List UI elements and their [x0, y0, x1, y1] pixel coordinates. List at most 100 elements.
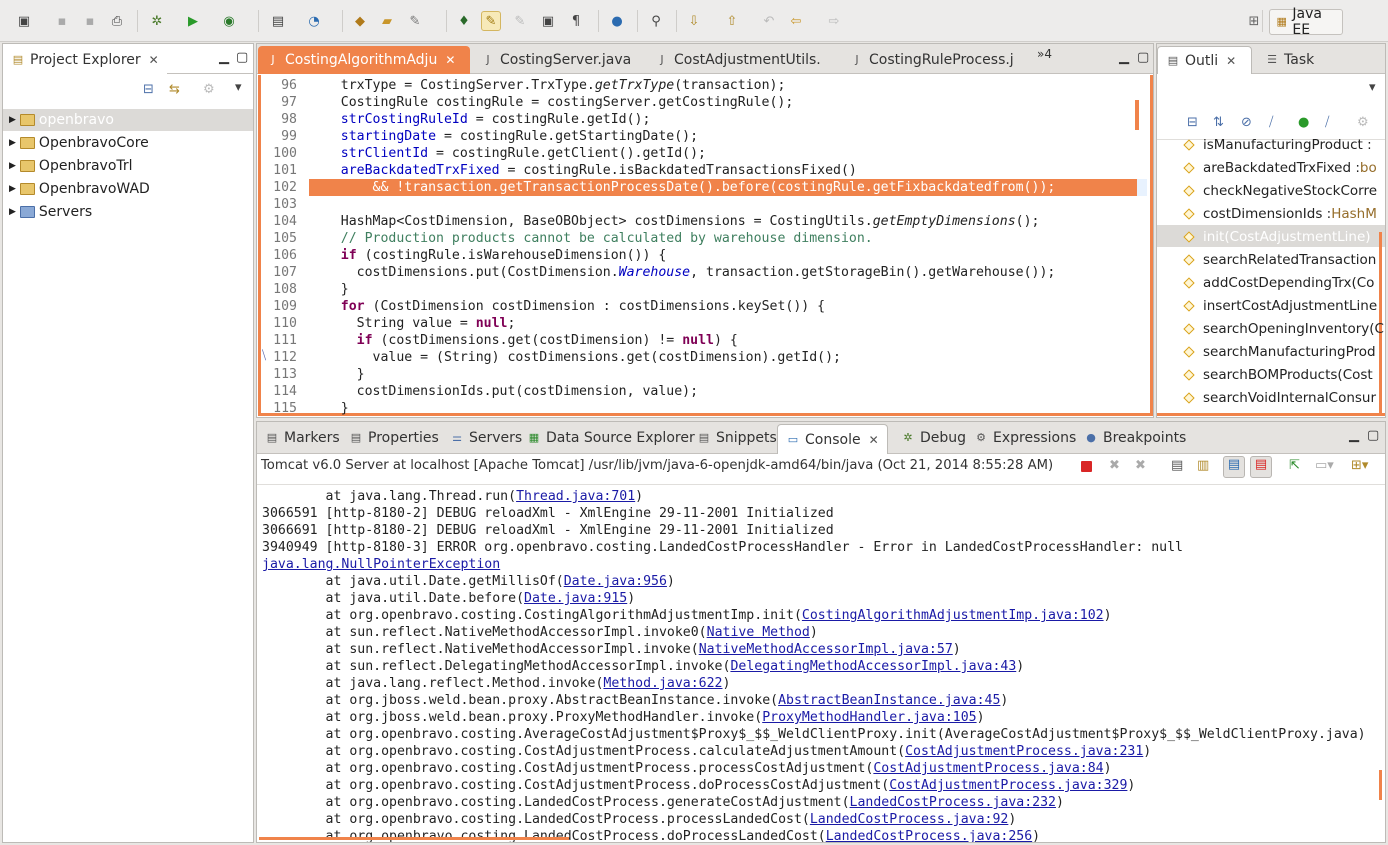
minimize-icon[interactable]: ▁ — [1119, 50, 1129, 65]
tree-item-servers[interactable]: ▶ Servers — [9, 201, 92, 223]
perspective-button[interactable]: ▦ Java EE — [1269, 6, 1343, 38]
tab-snippets[interactable]: ▤ Snippets — [689, 424, 785, 452]
code-line[interactable]: value = (String) costDimensions.get(cost… — [309, 349, 841, 366]
expand-icon[interactable]: ▶ — [9, 207, 16, 217]
code-line[interactable]: startingDate = costingRule.getStartingDa… — [309, 128, 698, 145]
outline-item[interactable]: init(CostAdjustmentLine) — [1183, 225, 1371, 248]
stacktrace-link[interactable]: Thread.java:701 — [516, 489, 635, 504]
tree-item-openbravowad[interactable]: ▶ OpenbravoWAD — [9, 178, 150, 200]
outline-item[interactable]: areBackdatedTrxFixed : bo — [1183, 156, 1377, 179]
scroll-lock-icon[interactable]: ▥ — [1197, 458, 1209, 473]
stacktrace-link[interactable]: LandedCostProcess.java:92 — [810, 812, 1009, 827]
back-icon[interactable]: ⇦ — [786, 11, 806, 31]
stacktrace-link[interactable]: DelegatingMethodAccessorImpl.java:43 — [730, 659, 1016, 674]
collapse-all-icon[interactable]: ⊟ — [1187, 115, 1198, 130]
tab-properties[interactable]: ▤ Properties — [341, 424, 447, 452]
tab-markers[interactable]: ▤ Markers — [257, 424, 348, 452]
open-perspective-icon[interactable]: ⊞ — [1244, 11, 1264, 31]
code-line[interactable]: } — [309, 281, 349, 298]
focus-icon[interactable]: ⚙ — [1357, 115, 1369, 130]
view-menu-icon[interactable]: ▾ — [1369, 80, 1376, 95]
code-line[interactable]: costDimensionIds.put(costDimension, valu… — [309, 383, 698, 400]
stacktrace-link[interactable]: CostAdjustmentProcess.java:329 — [889, 778, 1127, 793]
clear-console-icon[interactable]: ▤ — [1171, 458, 1183, 473]
stacktrace-link[interactable]: CostAdjustmentProcess.java:231 — [905, 744, 1143, 759]
show-whitespace-icon[interactable]: ¶ — [566, 11, 586, 31]
tab-outline[interactable]: ▤ Outli ✕ — [1157, 46, 1252, 74]
close-icon[interactable]: ✕ — [869, 433, 879, 447]
tab-costing-rule-process[interactable]: J CostingRuleProcess.j — [842, 46, 1032, 74]
remove-all-icon[interactable]: ✖ — [1135, 458, 1146, 473]
web-service-icon[interactable]: ◔ — [304, 11, 324, 31]
code-line[interactable]: trxType = CostingServer.TrxType.getTrxTy… — [309, 77, 786, 94]
synchronize-icon[interactable]: ⚲ — [646, 11, 666, 31]
stacktrace-link[interactable]: Date.java:915 — [524, 591, 627, 606]
expand-icon[interactable]: ▶ — [9, 138, 16, 148]
hide-fields-icon[interactable]: ⊘ — [1241, 115, 1252, 130]
stacktrace-link[interactable]: NativeMethodAccessorImpl.java:57 — [699, 642, 953, 657]
stacktrace-link[interactable]: Method.java:622 — [603, 676, 722, 691]
outline-item[interactable]: searchOpeningInventory(C — [1183, 317, 1384, 340]
hide-local-types-icon[interactable]: ⧸ — [1325, 115, 1329, 130]
tab-costing-server[interactable]: J CostingServer.java — [473, 46, 643, 74]
outline-item[interactable]: costDimensionIds : HashM — [1183, 202, 1377, 225]
open-type-icon[interactable]: ◆ — [350, 11, 370, 31]
code-line[interactable]: HashMap<CostDimension, BaseOBObject> cos… — [309, 213, 1040, 230]
filter-icon[interactable]: ⚙ — [203, 82, 215, 97]
remove-launch-icon[interactable]: ✖ — [1109, 458, 1120, 473]
minimize-icon[interactable]: ▁ — [219, 50, 229, 65]
stacktrace-link[interactable]: AbstractBeanInstance.java:45 — [778, 693, 1000, 708]
tree-item-openbravo[interactable]: ▶ openbravo — [9, 109, 114, 131]
tab-debug[interactable]: ✲ Debug — [893, 424, 974, 452]
minimize-icon[interactable]: ▁ — [1349, 428, 1359, 443]
hide-static-icon[interactable]: ⧸ — [1269, 115, 1273, 130]
expand-icon[interactable]: ▶ — [9, 184, 16, 194]
outline-item[interactable]: insertCostAdjustmentLine — [1183, 294, 1377, 317]
expand-icon[interactable]: ▶ — [9, 161, 16, 171]
code-line[interactable]: } — [309, 400, 349, 417]
view-menu-icon[interactable]: ▾ — [235, 80, 242, 95]
outline-item[interactable]: isManufacturingProduct : — [1183, 133, 1372, 156]
terminate-icon[interactable] — [1081, 461, 1092, 472]
code-line[interactable]: String value = null; — [309, 315, 516, 332]
tree-item-openbravotrl[interactable]: ▶ OpenbravoTrl — [9, 155, 133, 177]
stacktrace-link[interactable]: Date.java:956 — [564, 574, 667, 589]
tab-console[interactable]: ▭ Console ✕ — [777, 424, 888, 454]
outline-item[interactable]: searchRelatedTransaction — [1183, 248, 1376, 271]
annotation-icon[interactable]: ♦ — [454, 11, 474, 31]
mark-occurrences-icon[interactable]: ✎ — [481, 11, 501, 31]
stacktrace-link[interactable]: ProxyMethodHandler.java:105 — [762, 710, 976, 725]
tab-overflow[interactable]: »4 — [1037, 47, 1052, 61]
print-icon[interactable]: ⎙ — [107, 11, 127, 31]
collapse-all-icon[interactable]: ⊟ — [143, 82, 154, 97]
last-edit-icon[interactable]: ↶ — [759, 11, 779, 31]
stacktrace-link[interactable]: java.lang.NullPointerException — [262, 557, 500, 572]
code-line[interactable]: // Production products cannot be calcula… — [309, 230, 873, 247]
tab-servers[interactable]: ⚌ Servers — [442, 424, 530, 452]
tab-project-explorer[interactable]: ▤ Project Explorer ✕ — [3, 46, 167, 74]
tab-costing-algorithm[interactable]: J CostingAlgorithmAdju ✕ — [258, 46, 470, 74]
run-icon[interactable]: ▶ — [183, 11, 203, 31]
code-line[interactable]: && !transaction.getTransactionProcessDat… — [309, 179, 1056, 196]
display-console-icon[interactable]: ▭▾ — [1315, 458, 1334, 473]
stacktrace-link[interactable]: CostAdjustmentProcess.java:84 — [873, 761, 1103, 776]
maximize-icon[interactable]: ▢ — [1367, 428, 1379, 443]
open-console-icon[interactable]: ⊞▾ — [1351, 458, 1368, 473]
sort-icon[interactable]: ⇅ — [1213, 115, 1224, 130]
close-icon[interactable]: ✕ — [149, 53, 159, 67]
outline-item[interactable]: searchVoidInternalConsur — [1183, 386, 1376, 409]
next-annotation-icon[interactable]: ⇩ — [684, 11, 704, 31]
tab-breakpoints[interactable]: ● Breakpoints — [1076, 424, 1194, 452]
console-output[interactable]: at java.lang.Thread.run(Thread.java:701)… — [257, 488, 1385, 842]
tab-data-source-explorer[interactable]: ▦ Data Source Explorer — [519, 424, 703, 452]
stacktrace-link[interactable]: LandedCostProcess.java:232 — [850, 795, 1056, 810]
link-editor-icon[interactable]: ⇆ — [169, 82, 180, 97]
pin-console-icon[interactable]: ⇱ — [1289, 458, 1300, 473]
tab-cost-adjustment-utils[interactable]: J CostAdjustmentUtils. — [647, 46, 837, 74]
search-icon[interactable]: ✎ — [405, 11, 425, 31]
tree-item-openbravocore[interactable]: ▶ OpenbravoCore — [9, 132, 149, 154]
maximize-icon[interactable]: ▢ — [1137, 50, 1149, 65]
code-line[interactable]: } — [309, 366, 365, 383]
code-line[interactable]: areBackdatedTrxFixed = costingRule.isBac… — [309, 162, 857, 179]
outline-item[interactable]: addCostDependingTrx(Co — [1183, 271, 1374, 294]
